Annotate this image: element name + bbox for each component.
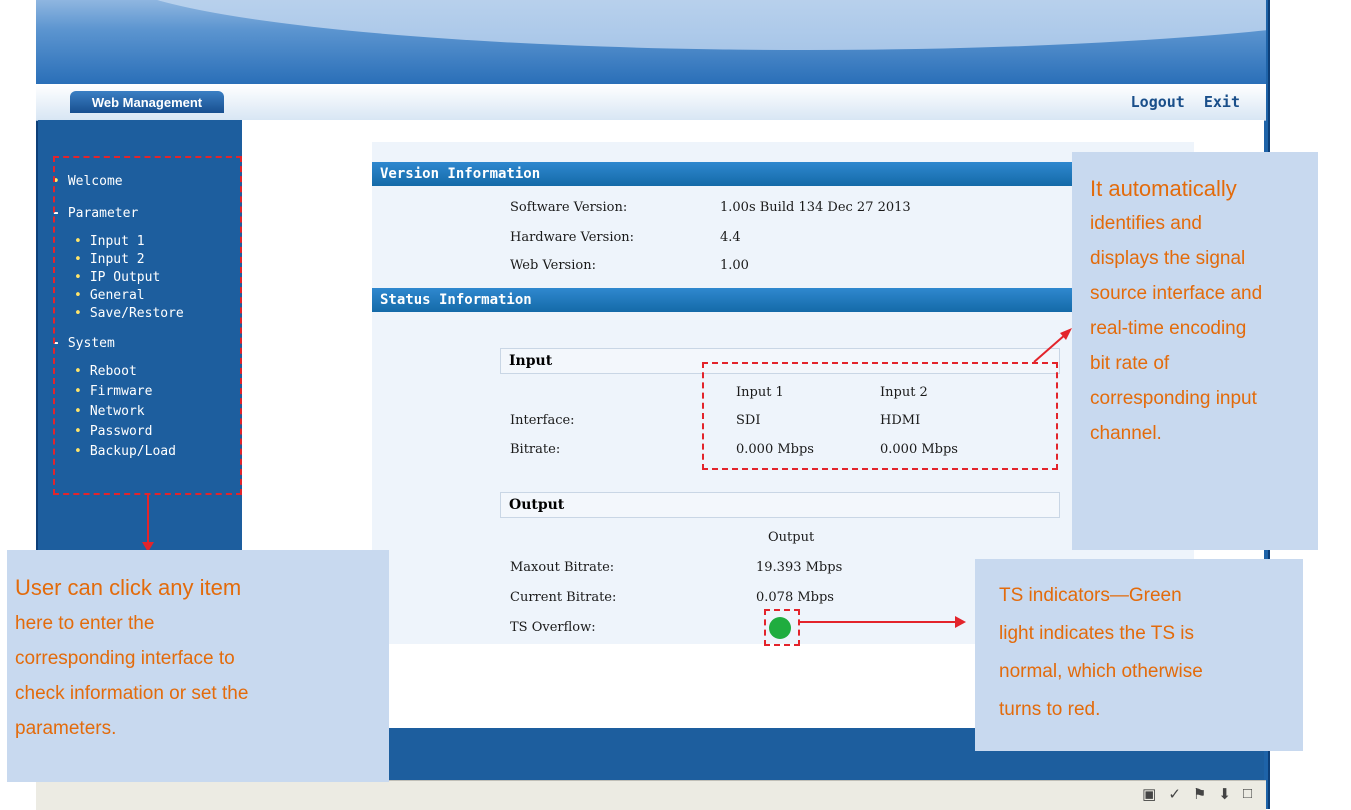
callout-line: check information or set the — [15, 683, 249, 704]
callout-line: normal, which otherwise — [999, 661, 1203, 682]
ts-arrow-head — [955, 616, 966, 628]
callout-line: bit rate of — [1090, 353, 1170, 374]
callout-heading: User can click any item — [15, 575, 242, 600]
input-annotation-callout: It automatically identifies and displays… — [1072, 152, 1318, 550]
callout-line: parameters. — [15, 718, 117, 739]
ts-annotation-callout: TS indicators—Green light indicates the … — [975, 559, 1303, 751]
callout-line: source interface and — [1090, 283, 1263, 304]
callout-line: identifies and — [1090, 213, 1202, 234]
sidebar-annotation-callout: User can click any item here to enter th… — [7, 550, 389, 782]
callout-line: real-time encoding — [1090, 318, 1247, 339]
callout-line: TS indicators—Green — [999, 585, 1182, 606]
callout-line: corresponding input — [1090, 388, 1257, 409]
callout-line: light indicates the TS is — [999, 623, 1195, 644]
callout-heading: It automatically — [1090, 176, 1237, 201]
callout-line: corresponding interface to — [15, 648, 235, 669]
callout-line: channel. — [1090, 423, 1162, 444]
callout-line: here to enter the — [15, 613, 155, 634]
input-arrow-line — [1033, 333, 1067, 363]
callout-line: turns to red. — [999, 699, 1101, 720]
callout-line: displays the signal — [1090, 248, 1246, 269]
